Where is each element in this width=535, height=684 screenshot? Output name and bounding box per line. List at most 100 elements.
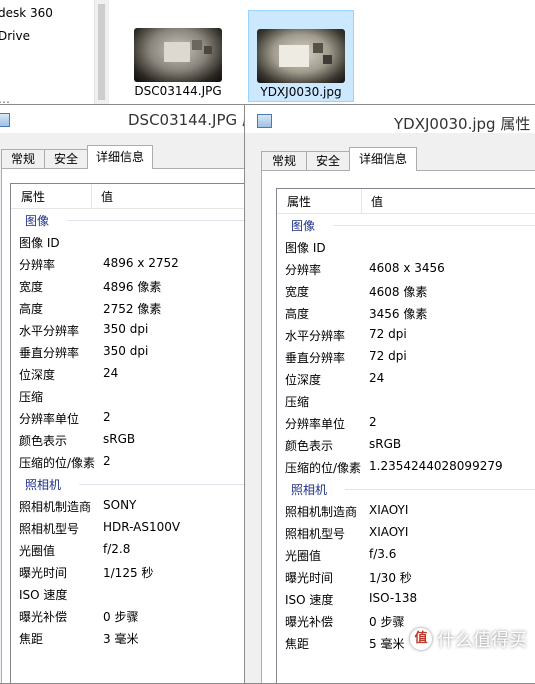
column-header-value[interactable]: 值 xyxy=(101,188,113,205)
column-divider[interactable] xyxy=(361,189,362,213)
property-value: 24 xyxy=(369,371,385,385)
property-row[interactable]: 位深度 24 xyxy=(11,363,249,385)
property-row[interactable]: 照相机制造商 SONY xyxy=(11,495,249,517)
property-name: 图像 ID xyxy=(285,241,326,255)
group-header[interactable]: 照相机 xyxy=(11,473,249,495)
property-value: 24 xyxy=(103,366,119,380)
property-row[interactable]: 高度 2752 像素 xyxy=(11,297,249,319)
property-row[interactable]: 压缩的位/像素 1.2354244028099279 xyxy=(277,456,535,478)
property-row[interactable]: 图像 ID xyxy=(11,231,249,253)
property-row[interactable]: 曝光时间 1/30 秒 xyxy=(277,566,535,588)
tab-details[interactable]: 详细信息 xyxy=(349,147,417,171)
column-header-property[interactable]: 属性 xyxy=(21,188,45,205)
property-row[interactable]: 光圈值 f/2.8 xyxy=(11,539,249,561)
property-row[interactable]: 位深度 24 xyxy=(277,368,535,390)
tab-security[interactable]: 安全 xyxy=(306,151,350,170)
property-row[interactable]: 压缩的位/像素 2 xyxy=(11,451,249,473)
property-row[interactable]: 曝光补偿 0 步骤 xyxy=(11,605,249,627)
property-name: ISO 速度 xyxy=(285,593,334,607)
property-row[interactable]: 压缩 xyxy=(11,385,249,407)
property-value: 0 步骤 xyxy=(369,615,405,629)
property-row[interactable]: 分辨率单位 2 xyxy=(11,407,249,429)
property-value: 0 步骤 xyxy=(103,610,139,624)
group-label: 照相机 xyxy=(291,483,328,497)
group-divider xyxy=(67,220,249,221)
file-item-dsc03144[interactable]: DSC03144.JPG xyxy=(126,10,230,100)
tab-general[interactable]: 常规 xyxy=(261,151,307,170)
nav-scrollbar[interactable] xyxy=(94,0,109,104)
property-name: 水平分辨率 xyxy=(19,324,80,338)
title-bar[interactable]: DSC03144.JPG 属性 xyxy=(0,105,249,133)
property-name: 照相机型号 xyxy=(19,522,80,536)
property-name: 照相机制造商 xyxy=(19,500,92,514)
property-name: 压缩 xyxy=(285,395,310,409)
file-name-label: DSC03144.JPG xyxy=(134,84,222,98)
property-value: 350 dpi xyxy=(103,344,149,358)
property-row[interactable]: 分辨率 4896 x 2752 xyxy=(11,253,249,275)
property-row[interactable]: 光圈值 f/3.6 xyxy=(277,544,535,566)
property-row[interactable]: 颜色表示 sRGB xyxy=(277,434,535,456)
property-row[interactable]: ISO 速度 ISO-138 xyxy=(277,588,535,610)
property-row[interactable]: 照相机型号 HDR-AS100V xyxy=(11,517,249,539)
property-value: 2 xyxy=(103,410,111,424)
column-divider[interactable] xyxy=(91,184,92,208)
file-thumbnail xyxy=(257,29,345,83)
navigation-pane: desk 360 Drive … xyxy=(0,0,94,110)
property-row[interactable]: 图像 ID xyxy=(277,236,535,258)
property-rows: 图像 图像 ID 分辨率 4608 x 3456 宽度 4608 像素 高度 3456 像素水… xyxy=(277,214,535,654)
title-bar[interactable]: YDXJ0030.jpg 属性 xyxy=(245,105,535,133)
property-row[interactable]: 颜色表示 sRGB xyxy=(11,429,249,451)
tab-security[interactable]: 安全 xyxy=(44,149,88,168)
property-row[interactable]: 曝光时间 1/125 秒 xyxy=(11,561,249,583)
property-value: 2 xyxy=(103,454,111,468)
group-label: 照相机 xyxy=(25,478,62,492)
column-header-property[interactable]: 属性 xyxy=(287,193,311,210)
property-row[interactable]: 照相机制造商 XIAOYI xyxy=(277,500,535,522)
nav-item-drive[interactable]: Drive xyxy=(0,29,30,43)
property-value: sRGB xyxy=(103,432,136,446)
property-row[interactable]: 照相机型号 XIAOYI xyxy=(277,522,535,544)
group-header[interactable]: 图像 xyxy=(277,214,535,236)
thumbnail-image-icon xyxy=(279,43,332,67)
details-panel: 属性 值 图像图像 ID 分辨率 4608 x 3456 宽度 4608 像素 高度 345… xyxy=(261,170,535,683)
property-rows: 图像 图像 ID 分辨率 4896 x 2752 宽度 4896 像素 高度 2752 像素水… xyxy=(11,209,249,649)
column-header-value[interactable]: 值 xyxy=(371,193,383,210)
property-list[interactable]: 属性 值 图像图像 ID 分辨率 4896 x 2752 宽度 4896 像素 高度 275… xyxy=(10,183,249,683)
nav-scrollbar-thumb[interactable] xyxy=(98,4,105,100)
property-value: 1.2354244028099279 xyxy=(369,459,503,473)
property-list[interactable]: 属性 值 图像图像 ID 分辨率 4608 x 3456 宽度 4608 像素 高度 345… xyxy=(276,188,535,683)
property-value: 4608 x 3456 xyxy=(369,261,445,275)
property-row[interactable]: 分辨率单位 2 xyxy=(277,412,535,434)
file-thumbnail xyxy=(134,28,222,82)
property-row[interactable]: ISO 速度 xyxy=(11,583,249,605)
property-name: 压缩 xyxy=(19,390,44,404)
property-name: 水平分辨率 xyxy=(285,329,346,343)
nav-item-desk360[interactable]: desk 360 xyxy=(0,6,53,20)
group-header[interactable]: 图像 xyxy=(11,209,249,231)
file-name-label: YDXJ0030.jpg xyxy=(260,85,342,99)
property-name: 曝光补偿 xyxy=(19,610,68,624)
property-row[interactable]: 压缩 xyxy=(277,390,535,412)
property-name: 图像 ID xyxy=(19,236,60,250)
property-value: 1/30 秒 xyxy=(369,571,412,585)
property-row[interactable]: 焦距 3 毫米 xyxy=(11,627,249,649)
property-name: 照相机型号 xyxy=(285,527,346,541)
property-row[interactable]: 水平分辨率 72 dpi xyxy=(277,324,535,346)
property-name: 焦距 xyxy=(285,637,310,651)
group-header[interactable]: 照相机 xyxy=(277,478,535,500)
property-name: 分辨率单位 xyxy=(19,412,80,426)
property-row[interactable]: 水平分辨率 350 dpi xyxy=(11,319,249,341)
property-row[interactable]: 高度 3456 像素 xyxy=(277,302,535,324)
property-name: 垂直分辨率 xyxy=(19,346,80,360)
tab-general[interactable]: 常规 xyxy=(1,149,45,168)
property-value: 4896 像素 xyxy=(103,280,162,294)
property-row[interactable]: 垂直分辨率 72 dpi xyxy=(277,346,535,368)
property-row[interactable]: 宽度 4608 像素 xyxy=(277,280,535,302)
group-divider xyxy=(79,484,249,485)
property-row[interactable]: 垂直分辨率 350 dpi xyxy=(11,341,249,363)
file-item-ydxj0030[interactable]: YDXJ0030.jpg xyxy=(248,10,354,102)
property-row[interactable]: 宽度 4896 像素 xyxy=(11,275,249,297)
property-value: 4608 像素 xyxy=(369,285,428,299)
tab-details[interactable]: 详细信息 xyxy=(87,145,153,169)
property-row[interactable]: 分辨率 4608 x 3456 xyxy=(277,258,535,280)
